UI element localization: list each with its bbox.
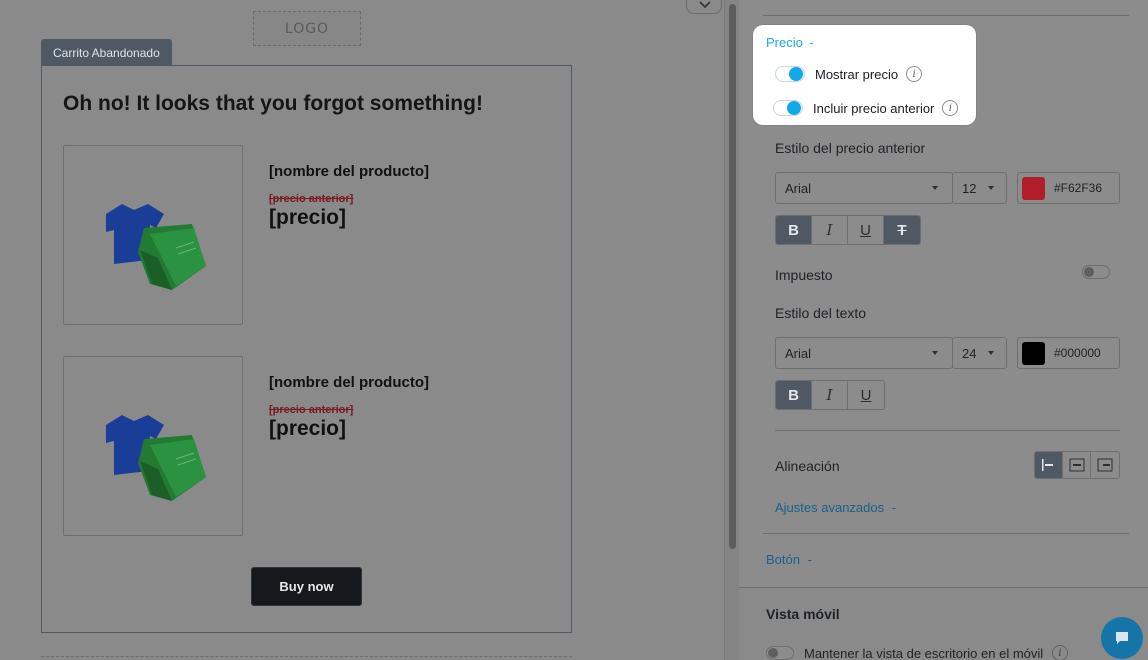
old-price-size-value: 12 [962, 180, 977, 196]
underline-button[interactable]: U [848, 381, 884, 409]
text-size-value: 24 [962, 345, 977, 361]
product-name: [nombre del producto] [269, 374, 429, 391]
show-price-toggle[interactable] [775, 66, 805, 82]
block-tab[interactable]: Carrito Abandonado [41, 39, 172, 66]
info-icon[interactable]: i [1052, 645, 1068, 660]
keep-desktop-toggle[interactable] [766, 646, 794, 660]
show-price-label: Mostrar precio [815, 66, 899, 82]
toggle-knob [1084, 267, 1094, 277]
text-style-label: Estilo del texto [775, 305, 867, 321]
text-color-value: #000000 [1054, 346, 1101, 360]
product-old-price: [precio anterior] [269, 404, 354, 416]
product-item[interactable]: [nombre del producto] [precio anterior] … [63, 356, 563, 536]
include-old-price-label: Incluir precio anterior [813, 100, 935, 116]
text-color-picker[interactable]: #000000 [1017, 337, 1120, 369]
alignment-buttons [1034, 451, 1120, 479]
align-center-button[interactable] [1063, 452, 1091, 478]
old-price-size-select[interactable]: 12 [952, 172, 1007, 204]
email-canvas: LOGO Carrito Abandonado Oh no! It looks … [0, 0, 724, 660]
old-price-style-label: Estilo del precio anterior [775, 140, 926, 156]
product-item[interactable]: [nombre del producto] [precio anterior] … [63, 145, 563, 325]
info-icon[interactable]: i [942, 100, 959, 116]
collapse-indicator: - [891, 500, 897, 515]
logo-text: LOGO [284, 20, 330, 37]
text-format-buttons: B I U [775, 380, 885, 410]
price-settings-card: Precio - Mostrar precio i Incluir precio… [753, 25, 976, 125]
italic-button[interactable]: I [812, 381, 848, 409]
tax-toggle[interactable] [1082, 265, 1110, 279]
color-swatch[interactable] [1022, 341, 1045, 365]
product-price: [precio] [269, 206, 347, 229]
caret-down-icon [932, 186, 938, 190]
text-size-select[interactable]: 24 [952, 337, 1007, 369]
color-swatch[interactable] [1022, 176, 1045, 200]
block-tab-label: Carrito Abandonado [53, 45, 160, 60]
chat-bubble-icon [1116, 632, 1128, 644]
tax-label: Impuesto [775, 267, 833, 283]
align-left-icon [1041, 459, 1053, 471]
align-right-icon [1097, 458, 1113, 472]
old-price-format-buttons: B I U T [775, 215, 921, 245]
mobile-view-section: Vista móvil Mantener la vista de escrito… [739, 587, 1148, 660]
caret-down-icon [932, 351, 938, 355]
toggle-knob [768, 648, 778, 658]
email-heading[interactable]: Oh no! It looks that you forgot somethin… [63, 92, 483, 116]
include-old-price-row: Incluir precio anterior i [773, 100, 959, 116]
product-image[interactable] [63, 356, 243, 536]
canvas-scrollbar[interactable] [724, 0, 739, 660]
collapse-indicator: - [809, 35, 814, 50]
italic-button[interactable]: I [812, 216, 848, 244]
old-price-color-picker[interactable]: #F62F36 [1017, 172, 1120, 204]
align-left-button[interactable] [1035, 452, 1063, 478]
product-tshirt-book-illustration [106, 415, 206, 501]
caret-down-icon [988, 351, 994, 355]
underline-button[interactable]: U [848, 216, 884, 244]
old-price-color-value: #F62F36 [1054, 181, 1103, 195]
old-price-font-value: Arial [785, 180, 812, 196]
info-icon[interactable]: i [906, 66, 923, 82]
show-price-row: Mostrar precio i [775, 66, 923, 82]
bold-button[interactable]: B [776, 381, 812, 409]
chevron-down-icon [699, 1, 711, 9]
collapse-indicator: - [807, 552, 812, 567]
abandoned-cart-block[interactable]: Oh no! It looks that you forgot somethin… [41, 65, 572, 633]
text-font-select[interactable]: Arial [775, 337, 953, 369]
chat-button[interactable] [1101, 617, 1143, 659]
align-center-icon [1069, 458, 1084, 472]
mobile-view-title: Vista móvil [766, 606, 840, 622]
divider [763, 533, 1129, 534]
product-name: [nombre del producto] [269, 163, 429, 180]
price-section-header[interactable]: Precio - [766, 35, 814, 50]
include-old-price-toggle[interactable] [773, 100, 803, 116]
toggle-knob [787, 101, 801, 115]
alignment-label: Alineación [775, 458, 840, 474]
scrollbar-thumb[interactable] [729, 4, 736, 549]
align-right-button[interactable] [1091, 452, 1119, 478]
divider [763, 15, 1129, 16]
divider [775, 430, 1120, 431]
bold-button[interactable]: B [776, 216, 812, 244]
button-section-link[interactable]: Botón - [766, 552, 812, 567]
product-image[interactable] [63, 145, 243, 325]
collapse-header-button[interactable] [686, 0, 722, 14]
product-tshirt-book-illustration [106, 204, 206, 290]
product-price: [precio] [269, 417, 347, 440]
caret-down-icon [988, 186, 994, 190]
text-font-value: Arial [785, 345, 812, 361]
toggle-knob [789, 67, 803, 81]
buy-now-button[interactable]: Buy now [251, 567, 362, 606]
product-old-price: [precio anterior] [269, 193, 354, 205]
advanced-settings-link[interactable]: Ajustes avanzados - [775, 500, 896, 515]
strikethrough-button[interactable]: T [884, 216, 920, 244]
old-price-font-select[interactable]: Arial [775, 172, 953, 204]
logo-placeholder[interactable]: LOGO [253, 11, 361, 46]
next-block-outline [41, 656, 572, 657]
keep-desktop-label: Mantener la vista de escritorio en el mó… [804, 646, 1044, 660]
